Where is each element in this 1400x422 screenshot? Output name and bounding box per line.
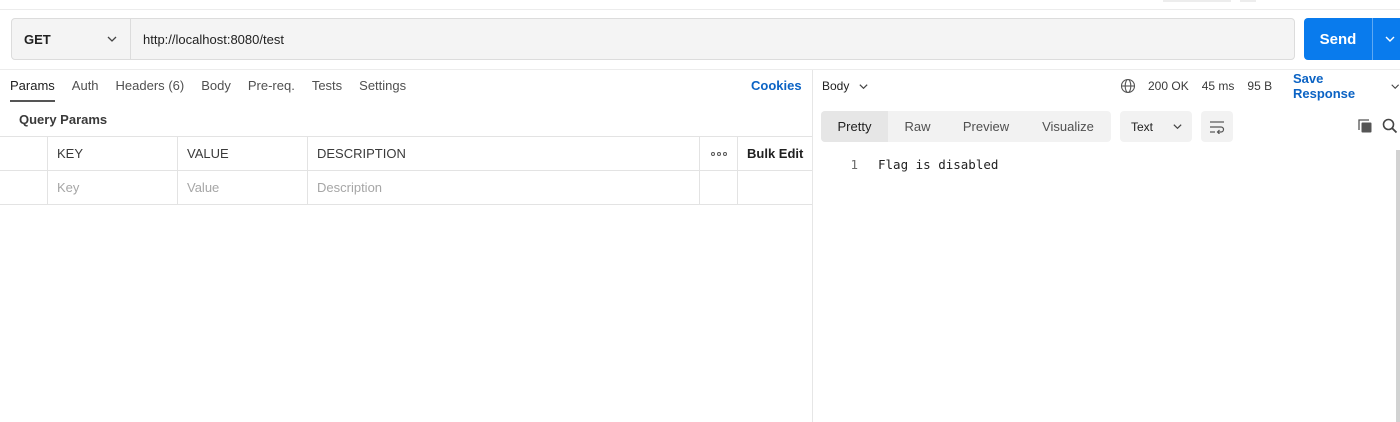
- format-select[interactable]: Text: [1120, 111, 1192, 142]
- send-button[interactable]: Send: [1304, 18, 1400, 60]
- chevron-down-icon[interactable]: [1384, 33, 1396, 45]
- chevron-down-icon: [859, 83, 868, 89]
- bulk-edit-button[interactable]: Bulk Edit: [738, 137, 812, 170]
- top-strip: [0, 0, 1400, 10]
- description-column-header: DESCRIPTION: [308, 137, 700, 170]
- response-body-line: 1 Flag is disabled: [822, 155, 998, 173]
- table-row: Key Value Description: [0, 171, 812, 205]
- response-time[interactable]: 45 ms: [1202, 79, 1235, 93]
- top-strip-tab[interactable]: [1240, 0, 1256, 2]
- checkbox-column-header: [0, 137, 48, 170]
- tab-visualize[interactable]: Visualize: [1025, 111, 1111, 142]
- save-response-button[interactable]: Save Response: [1293, 70, 1400, 102]
- more-options-icon: [710, 151, 727, 156]
- wrap-lines-button[interactable]: [1201, 111, 1233, 142]
- tab-raw[interactable]: Raw: [888, 111, 947, 142]
- method-label: GET: [24, 31, 51, 47]
- save-response-label: Save Response: [1293, 71, 1356, 101]
- tab-headers-label: Headers: [115, 78, 165, 93]
- line-number: 1: [850, 156, 858, 172]
- more-options-button[interactable]: [700, 137, 738, 170]
- key-column-header: KEY: [48, 137, 178, 170]
- response-meta: 200 OK 45 ms 95 B: [1120, 70, 1285, 102]
- send-divider: [1372, 18, 1373, 60]
- top-strip-tab[interactable]: [1163, 0, 1231, 2]
- search-icon[interactable]: [1382, 118, 1398, 134]
- response-scrollbar[interactable]: [1396, 150, 1400, 422]
- chevron-down-icon: [1390, 83, 1399, 89]
- response-section-select[interactable]: Body: [822, 70, 869, 102]
- tab-params[interactable]: Params: [10, 70, 55, 102]
- response-size[interactable]: 95 B: [1247, 79, 1272, 93]
- response-view-tabs: Pretty Raw Preview Visualize: [821, 111, 1111, 142]
- copy-icon[interactable]: [1357, 118, 1373, 134]
- send-label: Send: [1319, 30, 1357, 48]
- chevron-down-icon: [107, 36, 117, 42]
- tab-headers[interactable]: Headers (6): [116, 70, 185, 102]
- response-section-label: Body: [822, 79, 850, 93]
- cookies-link[interactable]: Cookies: [751, 70, 802, 102]
- url-input[interactable]: http://localhost:8080/test: [131, 19, 1294, 59]
- format-label: Text: [1131, 119, 1154, 134]
- query-params-table: KEY VALUE DESCRIPTION Bulk Edit Key Valu…: [0, 136, 812, 205]
- url-bar: GET http://localhost:8080/test: [11, 18, 1295, 60]
- tab-headers-count: (6): [168, 78, 185, 93]
- wrap-lines-icon: [1210, 120, 1225, 134]
- query-params-title: Query Params: [19, 112, 108, 127]
- tab-pre-request[interactable]: Pre-req.: [248, 70, 295, 102]
- pane-divider[interactable]: [812, 70, 813, 422]
- row-checkbox-cell: [0, 171, 48, 204]
- description-input[interactable]: Description: [308, 171, 700, 204]
- row-empty-cell: [738, 171, 812, 204]
- tab-pretty[interactable]: Pretty: [821, 111, 888, 142]
- url-text: http://localhost:8080/test: [143, 31, 284, 47]
- tab-auth[interactable]: Auth: [72, 70, 99, 102]
- request-tabs: Params Auth Headers (6) Body Pre-req. Te…: [10, 70, 423, 102]
- tab-tests[interactable]: Tests: [312, 70, 342, 102]
- table-header-row: KEY VALUE DESCRIPTION Bulk Edit: [0, 137, 812, 171]
- globe-icon[interactable]: [1120, 78, 1136, 94]
- row-actions-cell: [700, 171, 738, 204]
- tab-settings[interactable]: Settings: [359, 70, 406, 102]
- value-column-header: VALUE: [178, 137, 308, 170]
- method-select[interactable]: GET: [12, 19, 131, 59]
- tab-body[interactable]: Body: [201, 70, 231, 102]
- chevron-down-icon: [1173, 124, 1182, 130]
- status-code[interactable]: 200 OK: [1148, 79, 1189, 93]
- response-body-text: Flag is disabled: [878, 156, 999, 172]
- key-input[interactable]: Key: [48, 171, 178, 204]
- value-input[interactable]: Value: [178, 171, 308, 204]
- tab-preview[interactable]: Preview: [947, 111, 1025, 142]
